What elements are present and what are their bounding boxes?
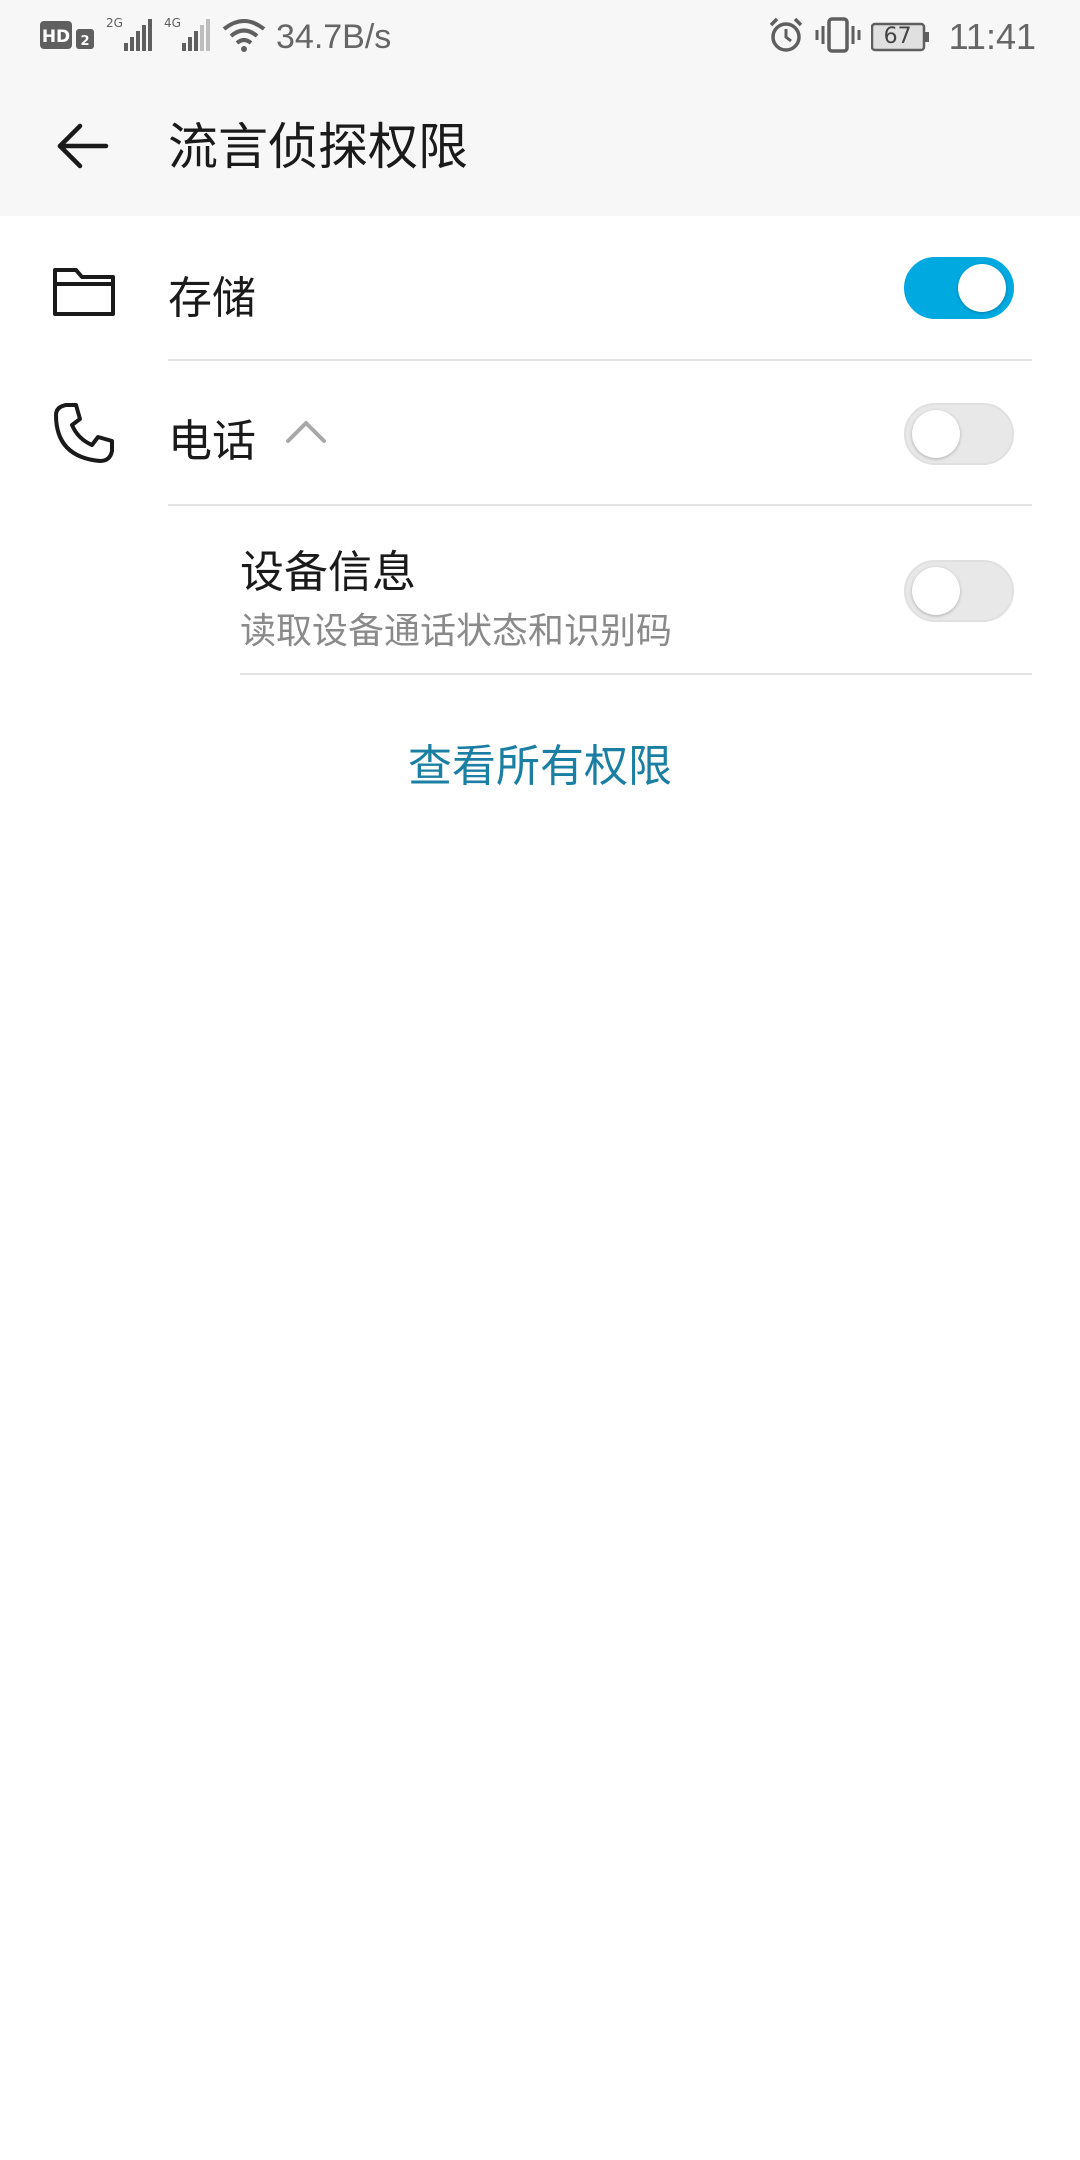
- back-button[interactable]: [44, 108, 120, 184]
- status-bar: HD 2 2G 4G 34.7B/s 67 11:41: [0, 0, 1080, 74]
- permission-subrow-device-info[interactable]: 设备信息 读取设备通话状态和识别码: [0, 506, 1080, 674]
- device-info-title: 设备信息: [240, 547, 416, 598]
- status-bar-left: HD 2 2G 4G 34.7B/s: [40, 0, 391, 74]
- battery-icon: 67: [870, 20, 931, 54]
- view-all-permissions-link[interactable]: 查看所有权限: [0, 730, 1080, 794]
- storage-toggle[interactable]: [904, 257, 1014, 319]
- permission-label-phone: 电话: [168, 416, 256, 467]
- device-info-toggle[interactable]: [904, 560, 1014, 622]
- vibrate-icon: [815, 16, 861, 58]
- alarm-icon: [767, 16, 805, 58]
- battery-level: 67: [883, 24, 912, 49]
- phone-icon: [52, 401, 116, 465]
- toggle-knob: [912, 567, 960, 615]
- signal-4g-icon: 4G: [164, 15, 212, 59]
- signal-4g-label: 4G: [164, 16, 181, 30]
- status-bar-right: 67 11:41: [767, 0, 1036, 74]
- wifi-icon: [222, 17, 266, 57]
- app-bar: 流言侦探权限: [0, 74, 1080, 216]
- hd-badge-text: HD: [42, 27, 70, 47]
- hd-icon: HD 2: [40, 18, 96, 56]
- chevron-up-icon[interactable]: [284, 413, 328, 449]
- phone-toggle[interactable]: [904, 403, 1014, 465]
- device-info-description: 读取设备通话状态和识别码: [240, 611, 673, 652]
- clock: 11:41: [948, 16, 1036, 57]
- network-speed: 34.7B/s: [276, 17, 392, 56]
- permission-label-storage: 存储: [168, 273, 256, 324]
- signal-2g-label: 2G: [106, 16, 123, 30]
- toggle-knob: [958, 264, 1006, 312]
- signal-2g-icon: 2G: [106, 15, 154, 59]
- arrow-left-icon: [57, 123, 109, 169]
- toggle-knob: [912, 410, 960, 458]
- page-title: 流言侦探权限: [168, 118, 468, 176]
- sim-slot-text: 2: [80, 34, 89, 49]
- permission-row-phone[interactable]: 电话: [0, 361, 1080, 505]
- permission-row-storage[interactable]: 存储: [0, 216, 1080, 360]
- folder-icon: [52, 258, 116, 322]
- divider: [240, 673, 1032, 675]
